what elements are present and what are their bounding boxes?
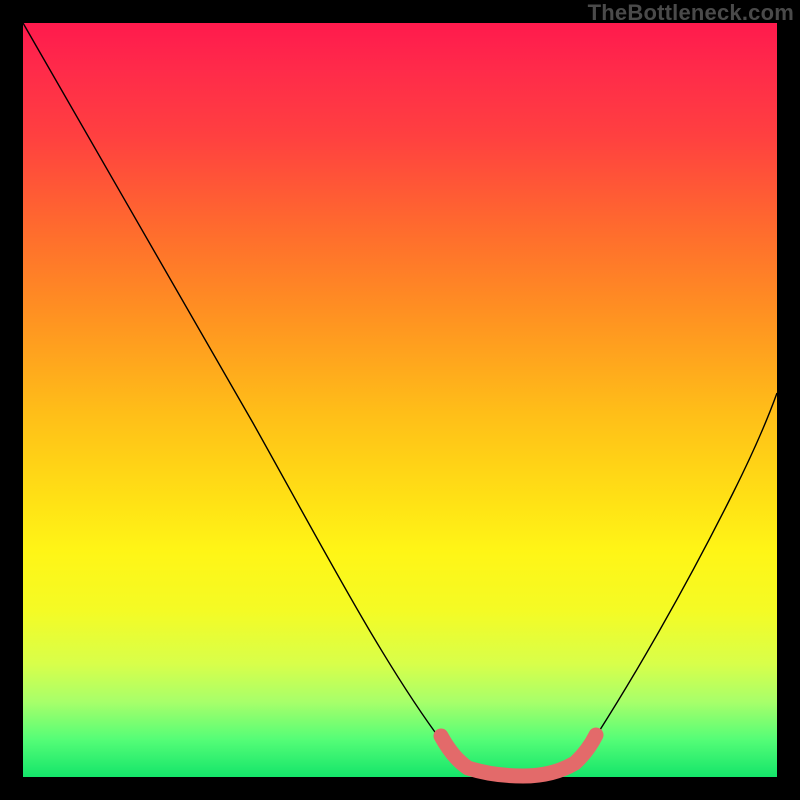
bottleneck-curve bbox=[23, 23, 777, 775]
watermark-text: TheBottleneck.com bbox=[588, 0, 794, 26]
curve-layer bbox=[23, 23, 777, 777]
optimal-range-highlight bbox=[441, 735, 596, 776]
chart-frame: TheBottleneck.com bbox=[0, 0, 800, 800]
plot-area bbox=[23, 23, 777, 777]
